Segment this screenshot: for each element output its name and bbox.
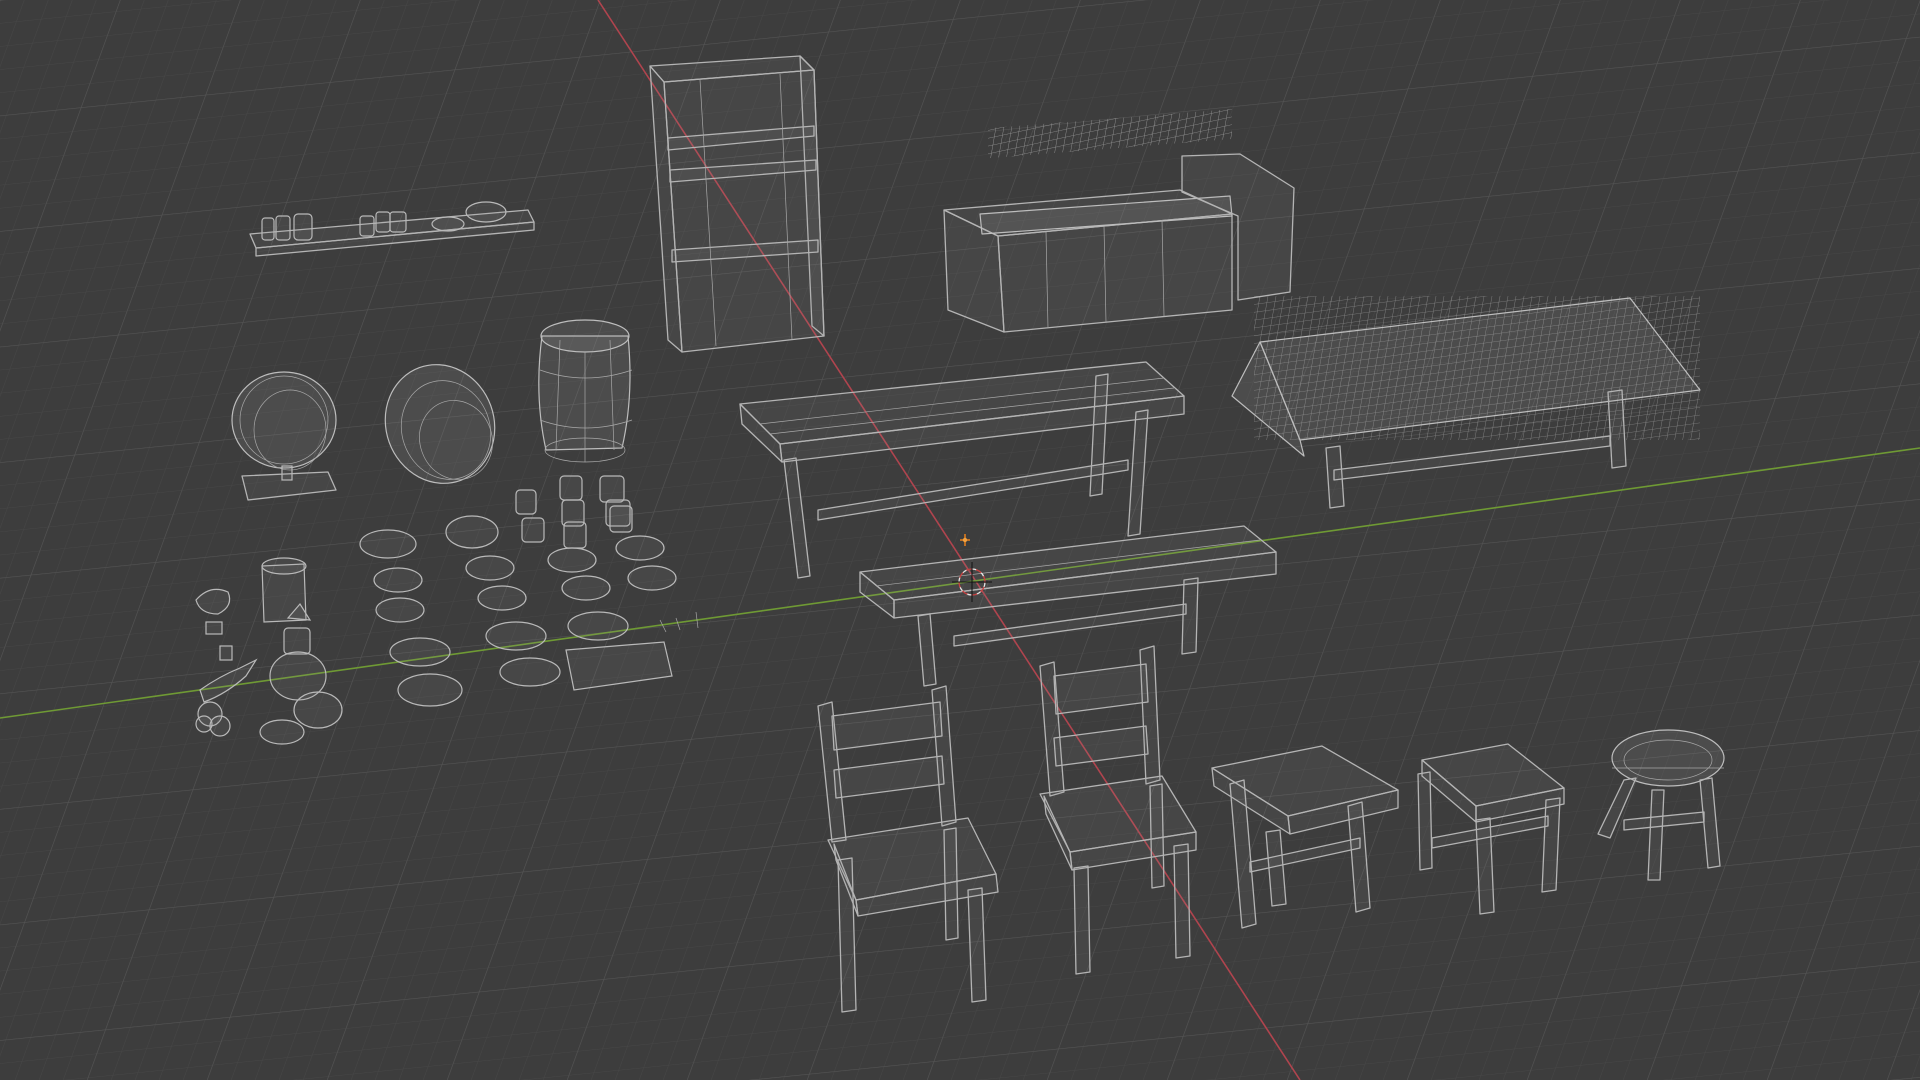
- viewport-canvas[interactable]: [0, 0, 1920, 1080]
- bookcase[interactable]: [649, 55, 825, 353]
- barrel-upright[interactable]: [538, 319, 633, 463]
- barrel-on-stand[interactable]: [231, 371, 337, 501]
- 3d-viewport[interactable]: [0, 0, 1920, 1080]
